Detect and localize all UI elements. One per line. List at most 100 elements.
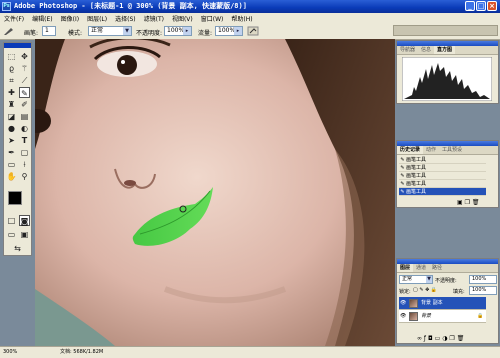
chevron-right-icon: ▸ — [183, 27, 191, 35]
menu-select[interactable]: 选择(S) — [111, 14, 140, 23]
palette-well[interactable] — [393, 25, 498, 36]
close-button[interactable]: × — [487, 1, 497, 11]
iris — [117, 55, 137, 75]
blend-mode-select[interactable]: 正常 ▼ — [399, 275, 433, 284]
tab-histogram[interactable]: 直方图 — [434, 46, 456, 54]
layers-footer-icons: ∞ ƒ ◘ ▭ ◑ ❐ 🗑 — [417, 335, 464, 342]
tab-history[interactable]: 历史记录 — [397, 146, 424, 154]
photoshop-app-icon: Ps — [2, 2, 11, 11]
layer-row[interactable]: 👁 背景 🔒 — [399, 310, 486, 323]
eye-highlight — [121, 60, 125, 64]
eye-icon[interactable]: 👁 — [400, 310, 406, 323]
menu-window[interactable]: 窗口(W) — [197, 14, 228, 23]
stamp-icon[interactable]: ♜ — [6, 99, 17, 110]
hand-icon[interactable]: ✋ — [6, 171, 17, 182]
mask-icon[interactable]: ◘ — [428, 335, 433, 342]
new-layer-icon[interactable]: ❐ — [449, 335, 454, 342]
zoom-icon[interactable]: ⚲ — [19, 171, 30, 182]
layer-opacity-field[interactable]: 100% — [469, 275, 497, 284]
new-snapshot-icon[interactable]: ▣ — [457, 199, 463, 206]
shape-icon[interactable]: ▢ — [19, 147, 30, 158]
tab-info[interactable]: 信息 — [418, 46, 434, 54]
flow-field[interactable]: 100% ▸ — [215, 26, 243, 36]
menu-file[interactable]: 文件(F) — [0, 14, 28, 23]
mode-value: 正常 — [91, 27, 104, 34]
history-footer-icons: ▣ ❐ 🗑 — [457, 199, 480, 206]
brush-size-value: 1 — [45, 27, 49, 34]
trash-icon[interactable]: 🗑 — [457, 335, 465, 342]
toolbox-header — [4, 43, 31, 48]
opacity-value: 100% — [167, 27, 185, 34]
opacity-field[interactable]: 100% ▸ — [164, 26, 192, 36]
layer-row-selected[interactable]: 👁 背景 副本 — [399, 297, 486, 310]
standard-mode-icon[interactable]: □ — [6, 215, 17, 226]
document-canvas[interactable] — [35, 39, 395, 346]
lasso-icon[interactable]: ϱ — [6, 63, 17, 74]
fill-field[interactable]: 100% — [469, 286, 497, 295]
foreground-color-swatch[interactable] — [8, 191, 22, 205]
blur-icon[interactable]: ● — [6, 123, 17, 134]
move-icon[interactable]: ✥ — [19, 51, 30, 62]
brush-icon: ✎ — [400, 189, 405, 195]
crop-icon[interactable]: ⌗ — [6, 75, 17, 86]
history-item[interactable]: ✎画笔工具 — [399, 172, 486, 180]
mode-select[interactable]: 正常 ▼ — [88, 26, 132, 36]
zoom-level[interactable]: 300% — [3, 347, 17, 357]
fill-value: 100% — [472, 287, 487, 293]
tab-layers[interactable]: 图层 — [397, 264, 414, 272]
window-title: Adobe Photoshop - [未标题-1 @ 300% (背景 副本, … — [14, 2, 247, 10]
magic-wand-icon[interactable]: ⚚ — [19, 63, 30, 74]
screen-mode-icon[interactable]: ▭ — [6, 229, 17, 240]
lock-icons[interactable]: ▢ ✎ ✥ 🔒 — [413, 287, 437, 293]
tab-channels[interactable]: 通道 — [413, 264, 429, 272]
tab-paths[interactable]: 路径 — [429, 264, 445, 272]
dodge-icon[interactable]: ◐ — [19, 123, 30, 134]
history-item-selected[interactable]: ✎画笔工具 — [399, 188, 486, 196]
maximize-button[interactable]: □ — [476, 1, 486, 11]
history-brush-icon[interactable]: ✐ — [19, 99, 30, 110]
menu-help[interactable]: 帮助(H) — [227, 14, 256, 23]
gradient-icon[interactable]: ▤ — [19, 111, 30, 122]
eraser-icon[interactable]: ◪ — [6, 111, 17, 122]
eyedropper-icon[interactable]: ⟊ — [19, 159, 30, 170]
brush-icon: ✎ — [400, 165, 405, 171]
marquee-icon[interactable]: ⬚ — [6, 51, 17, 62]
menu-view[interactable]: 视图(V) — [168, 14, 197, 23]
notes-icon[interactable]: ▭ — [6, 159, 17, 170]
fullscreen-mode-icon[interactable]: ▣ — [19, 229, 30, 240]
tab-tool-presets[interactable]: 工具预设 — [439, 146, 465, 154]
new-document-icon[interactable]: ❐ — [465, 199, 470, 206]
tab-actions[interactable]: 动作 — [423, 146, 439, 154]
new-set-icon[interactable]: ▭ — [435, 335, 441, 342]
nostril — [124, 180, 136, 186]
adjustment-icon[interactable]: ◑ — [442, 335, 447, 342]
trash-icon[interactable]: 🗑 — [472, 199, 480, 206]
options-bar: 画笔: 1 模式: 正常 ▼ 不透明度: 100% ▸ 流量: 100% ▸ — [0, 23, 500, 40]
brush-icon[interactable]: ✎ — [19, 87, 30, 98]
chevron-right-icon: ▸ — [234, 27, 242, 35]
menu-filter[interactable]: 滤镜(T) — [140, 14, 168, 23]
layers-panel: 图层 通道 路径 正常 ▼ 不透明度: 100% 锁定: ▢ ✎ ✥ 🔒 填充:… — [396, 258, 499, 344]
history-item[interactable]: ✎画笔工具 — [399, 156, 486, 164]
menu-image[interactable]: 图像(I) — [57, 14, 83, 23]
brush-preset-icon[interactable] — [3, 26, 15, 36]
airbrush-icon[interactable] — [247, 26, 259, 36]
pen-icon[interactable]: ✒ — [6, 147, 17, 158]
history-item[interactable]: ✎画笔工具 — [399, 180, 486, 188]
slice-icon[interactable]: ⟋ — [19, 75, 30, 86]
layer-style-icon[interactable]: ƒ — [424, 335, 426, 342]
type-icon[interactable]: T — [19, 135, 30, 146]
menu-layer[interactable]: 图层(L) — [83, 14, 111, 23]
link-icon[interactable]: ∞ — [417, 335, 422, 342]
eye-icon[interactable]: 👁 — [400, 297, 406, 310]
quick-mask-mode-icon[interactable]: ◙ — [19, 215, 30, 226]
brush-icon: ✎ — [400, 173, 405, 179]
tab-navigator[interactable]: 导航器 — [397, 46, 418, 54]
brush-size-picker[interactable]: 1 — [42, 26, 56, 36]
path-select-icon[interactable]: ➤ — [6, 135, 17, 146]
minimize-button[interactable]: _ — [465, 1, 475, 11]
history-item[interactable]: ✎画笔工具 — [399, 164, 486, 172]
imageready-icon[interactable]: ⇆ — [12, 243, 23, 254]
healing-icon[interactable]: ✚ — [6, 87, 17, 98]
menu-edit[interactable]: 编辑(E) — [28, 14, 56, 23]
